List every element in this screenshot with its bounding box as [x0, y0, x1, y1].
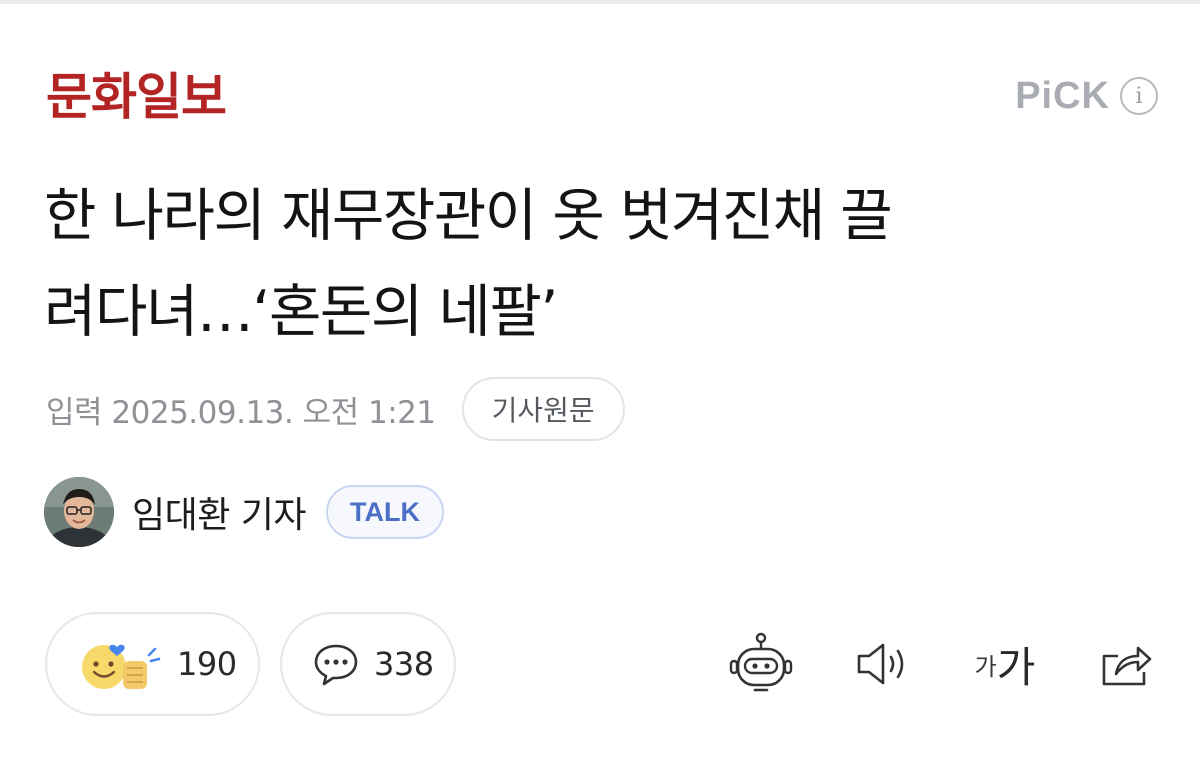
reaction-emoji-icon: [82, 644, 161, 689]
reporter-avatar[interactable]: [44, 477, 114, 547]
font-size-icon-large: 가: [996, 642, 1036, 692]
headline-line-2: 려다녀…‘혼돈의 네팔’: [44, 279, 558, 345]
talk-button[interactable]: TALK: [326, 485, 445, 539]
pick-badge: PiCK i: [1015, 72, 1158, 120]
share-icon: [1102, 646, 1152, 686]
info-icon[interactable]: i: [1120, 77, 1158, 115]
comment-icon: [314, 644, 358, 686]
ai-summary-button[interactable]: [726, 626, 796, 702]
pick-label: PiCK: [1015, 74, 1110, 117]
publish-date: 입력 2025.09.13. 오전 1:21: [46, 387, 436, 432]
press-logo[interactable]: 문화일보: [46, 64, 227, 130]
date-value: 2025.09.13. 오전 1:21: [111, 394, 436, 431]
ai-bot-icon: [729, 632, 793, 692]
reaction-count: 190: [177, 645, 237, 683]
reporter-info: 임대환 기자 TALK: [44, 476, 445, 548]
speaker-icon: [857, 643, 904, 685]
top-divider: [0, 0, 1200, 4]
original-article-button[interactable]: 기사원문: [461, 377, 625, 441]
reporter-name[interactable]: 임대환 기자: [132, 486, 307, 538]
article-headline: 한 나라의 재무장관이 옷 벗겨진채 끌 려다녀…‘혼돈의 네팔’: [44, 168, 1154, 360]
headline-line-1: 한 나라의 재무장관이 옷 벗겨진채 끌: [44, 183, 893, 249]
date-prefix: 입력: [46, 394, 103, 431]
share-button[interactable]: [1090, 626, 1160, 702]
avatar-photo: [44, 477, 114, 547]
font-size-icon-small: 가: [974, 653, 997, 681]
article-meta: 입력 2025.09.13. 오전 1:21 기사원문: [46, 376, 625, 442]
comment-count: 338: [374, 645, 434, 683]
font-size-button[interactable]: 가 가: [960, 626, 1050, 702]
comment-button[interactable]: 338: [280, 612, 456, 716]
text-to-speech-button[interactable]: [848, 626, 918, 702]
reaction-button[interactable]: 190: [45, 612, 260, 716]
